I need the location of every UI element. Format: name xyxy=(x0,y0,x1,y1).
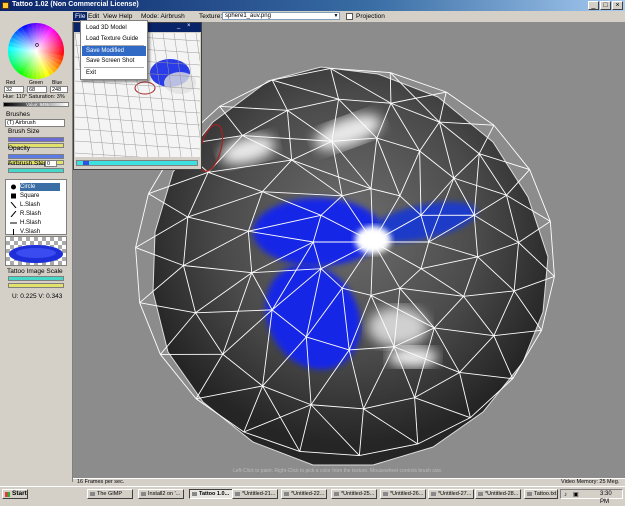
brushes-label: Brushes xyxy=(6,111,30,118)
taskbar-button[interactable]: *Untitled-26... xyxy=(380,489,426,499)
menu-item-load-3d-model[interactable]: Load 3D Model xyxy=(82,23,146,33)
start-button[interactable]: Start xyxy=(2,489,28,499)
menu-item-exit[interactable]: Exit xyxy=(82,68,146,78)
value-text: Value: 94% xyxy=(26,102,49,107)
brush-shape-circle[interactable]: Circle xyxy=(20,183,60,191)
taskbar-button-label: Tattoo 1.0... xyxy=(199,491,229,497)
airbrush-step-slider[interactable] xyxy=(8,168,64,173)
app-icon xyxy=(431,492,436,496)
app-icon xyxy=(383,492,388,496)
menu-item-save-modified-textures[interactable]: Save Modified Textures xyxy=(82,46,146,56)
window-title: Tattoo 1.02 (Non Commercial License) xyxy=(12,1,139,8)
app-icon xyxy=(284,492,289,496)
taskbar-button[interactable]: Install2 on '... xyxy=(138,489,184,499)
volume-icon[interactable]: ♪ xyxy=(564,491,567,499)
brush-shape-list[interactable]: Circle Square L.Slash R.Slash H.Slash V.… xyxy=(5,179,67,235)
left-slash-icon xyxy=(10,202,17,208)
taskbar-button[interactable]: *Untitled-28... xyxy=(475,489,521,499)
taskbar-button-label: *Untitled-26... xyxy=(390,491,423,497)
taskbar-button[interactable]: Tattoo 1.0... xyxy=(189,489,235,499)
uv-readout: U: 0.225 V: 0.343 xyxy=(12,293,62,300)
taskbar-button-label: *Untitled-25... xyxy=(341,491,374,497)
guide-scroll-thumb[interactable] xyxy=(83,161,89,165)
taskbar-button[interactable]: *Untitled-22... xyxy=(281,489,327,499)
opacity-label: Opacity xyxy=(8,145,30,152)
texture-select[interactable]: sphere1_auv.png xyxy=(222,12,340,20)
taskbar-button[interactable]: *Untitled-25... xyxy=(331,489,377,499)
hue-saturation-text: Hue: 110° Saturation: 3% xyxy=(3,94,65,100)
file-menu-dropdown: Load 3D Model Load Texture Guide Save Mo… xyxy=(80,20,148,80)
brush-size-label: Brush Size xyxy=(8,128,39,135)
maximize-button[interactable]: □ xyxy=(600,1,611,10)
app-icon xyxy=(90,492,95,496)
mode-label: Mode: Airbrush xyxy=(141,13,185,20)
airbrush-step-input[interactable]: 0 xyxy=(45,160,57,167)
brush-shape-square[interactable]: Square xyxy=(20,192,60,200)
chevron-down-icon[interactable]: ▼ xyxy=(333,13,339,19)
green-input[interactable]: 68 xyxy=(27,86,47,93)
menu-item-save-screen-shot[interactable]: Save Screen Shot xyxy=(82,56,146,66)
app-icon[interactable] xyxy=(2,2,9,9)
app-icon xyxy=(192,492,197,496)
value-slider[interactable]: Value: 94% xyxy=(3,102,69,107)
menu-item-load-texture-guide[interactable]: Load Texture Guide xyxy=(82,34,146,44)
tool-panel: Red Green Blue 32 68 248 Hue: 110° Satur… xyxy=(0,22,73,482)
taskbar-button-label: The GIMP xyxy=(97,491,122,497)
taskbar-button-label: *Untitled-28... xyxy=(485,491,518,497)
color-wheel[interactable] xyxy=(1,22,71,80)
guide-scrollbar[interactable] xyxy=(76,160,198,166)
guide-close-icon[interactable]: × xyxy=(187,23,191,29)
red-input[interactable]: 32 xyxy=(4,86,24,93)
taskbar-button[interactable]: The GIMP xyxy=(87,489,133,499)
title-bar[interactable]: Tattoo 1.02 (Non Commercial License) _ □… xyxy=(0,0,625,11)
horizontal-slash-icon xyxy=(10,220,17,226)
network-icon[interactable]: ▣ xyxy=(573,491,579,499)
brush-shape-v-slash[interactable]: V.Slash xyxy=(20,228,60,236)
texture-label: Texture: xyxy=(199,13,222,20)
taskbar-button-label: Tattoo.txt -... xyxy=(534,491,558,497)
fps-text: 16 Frames per sec. xyxy=(77,479,124,485)
video-memory-text: Video Memory: 25 Meg. xyxy=(561,479,619,485)
taskbar-button-label: *Untitled-21... xyxy=(242,491,275,497)
projection-checkbox[interactable] xyxy=(346,13,353,20)
taskbar-button[interactable]: *Untitled-27... xyxy=(428,489,474,499)
hint-text: Left-Click to paint. Right-Click to pick… xyxy=(233,468,443,474)
brush-shape-h-slash[interactable]: H.Slash xyxy=(20,219,60,227)
status-bar: 16 Frames per sec. Left-Click to paint. … xyxy=(73,478,625,486)
close-button[interactable]: × xyxy=(612,1,623,10)
app-icon xyxy=(141,492,146,496)
minimize-button[interactable]: _ xyxy=(588,1,599,10)
airbrush-step-label: Airbrush Step xyxy=(8,160,47,167)
system-tray: ♪ ▣ 3:30 PM xyxy=(560,489,623,499)
image-scale-slider-v[interactable] xyxy=(8,283,64,288)
brush-shape-r-slash[interactable]: R.Slash xyxy=(20,210,60,218)
taskbar: Start The GIMP Install2 on '... Tattoo 1.0… xyxy=(0,486,625,501)
clock: 3:30 PM xyxy=(600,490,622,506)
square-brush-icon xyxy=(10,193,17,199)
brush-shape-l-slash[interactable]: L.Slash xyxy=(20,201,60,209)
taskbar-button[interactable]: Tattoo.txt -... xyxy=(524,489,558,499)
windows-logo-icon xyxy=(5,492,10,497)
taskbar-button-label: Install2 on '... xyxy=(148,491,180,497)
guide-minimize-icon[interactable]: _ xyxy=(177,23,180,29)
taskbar-button[interactable]: *Untitled-21... xyxy=(232,489,278,499)
image-scale-slider-u[interactable] xyxy=(8,276,64,281)
start-label: Start xyxy=(12,490,27,497)
app-icon xyxy=(478,492,483,496)
taskbar-button-label: *Untitled-22... xyxy=(291,491,324,497)
taskbar-button-label: *Untitled-27... xyxy=(438,491,471,497)
app-icon xyxy=(527,492,532,496)
blue-input[interactable]: 248 xyxy=(50,86,68,93)
vertical-slash-icon xyxy=(10,229,17,235)
brush-select[interactable]: (T) Airbrush xyxy=(5,119,65,127)
image-scale-label: Tattoo Image Scale xyxy=(7,268,63,275)
circle-brush-icon xyxy=(10,184,17,190)
projection-label: Projection xyxy=(356,13,385,20)
right-slash-icon xyxy=(10,211,17,217)
opacity-slider[interactable] xyxy=(8,154,64,159)
brush-size-slider[interactable] xyxy=(8,137,64,142)
app-icon xyxy=(235,492,240,496)
app-icon xyxy=(334,492,339,496)
brush-preview xyxy=(5,236,67,266)
